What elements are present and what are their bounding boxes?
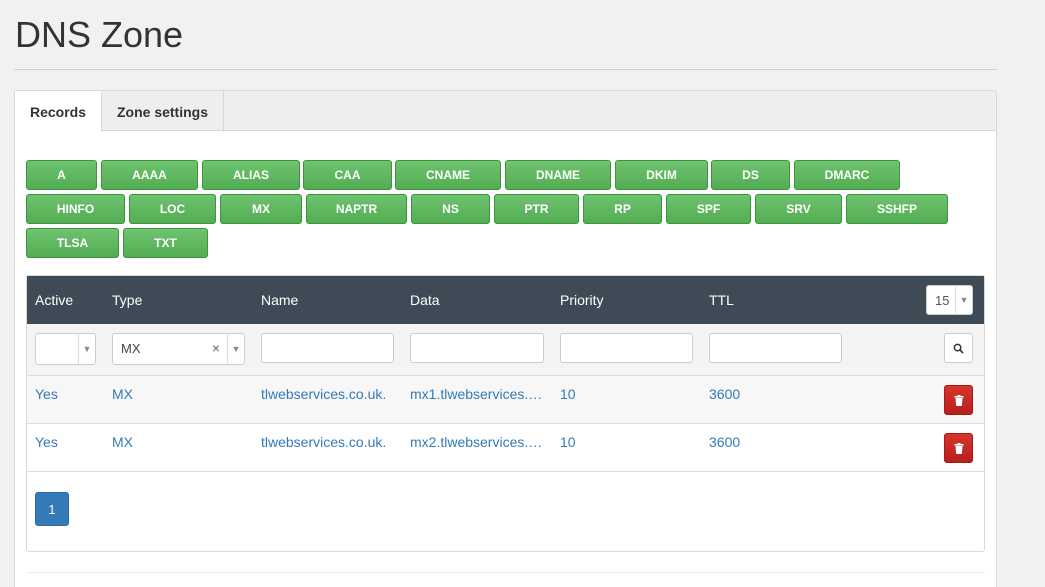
column-header-ttl[interactable]: TTL — [709, 276, 734, 324]
column-header-type[interactable]: Type — [112, 276, 142, 324]
column-header-name[interactable]: Name — [261, 276, 298, 324]
add-record-aaaa-button[interactable]: AAAA — [101, 160, 198, 190]
column-header-active[interactable]: Active — [35, 276, 73, 324]
trash-icon — [954, 442, 963, 454]
filter-row: ▼ MX × ▼ — [27, 324, 984, 376]
column-header-data[interactable]: Data — [410, 276, 440, 324]
search-icon — [953, 343, 964, 354]
add-record-a-button[interactable]: A — [26, 160, 97, 190]
trash-icon — [954, 394, 963, 406]
search-button[interactable] — [944, 333, 973, 363]
per-page-value: 15 — [935, 292, 950, 308]
title-divider — [14, 69, 997, 70]
add-record-loc-button[interactable]: LOC — [129, 194, 216, 224]
records-panel: Records Zone settings A AAAA ALIAS CAA C… — [14, 90, 997, 587]
table-header: Active Type Name Data Priority TTL 15 ▼ — [27, 276, 984, 324]
chevron-down-icon: ▼ — [227, 334, 244, 364]
add-record-srv-button[interactable]: SRV — [755, 194, 842, 224]
divider — [26, 572, 985, 573]
name-filter-input[interactable] — [261, 333, 394, 363]
add-record-hinfo-button[interactable]: HINFO — [26, 194, 125, 224]
add-record-sshfp-button[interactable]: SSHFP — [846, 194, 948, 224]
add-record-spf-button[interactable]: SPF — [666, 194, 751, 224]
clear-icon[interactable]: × — [212, 340, 220, 356]
type-filter-value: MX — [121, 341, 141, 356]
data-filter-input[interactable] — [410, 333, 544, 363]
add-record-alias-button[interactable]: ALIAS — [202, 160, 300, 190]
cell-data[interactable]: mx1.tlwebservices.co.uk. — [410, 386, 544, 402]
add-record-rp-button[interactable]: RP — [583, 194, 662, 224]
type-filter-select[interactable]: MX × ▼ — [112, 333, 245, 365]
tab-zone-settings[interactable]: Zone settings — [102, 91, 224, 132]
table-row: Yes MX tlwebservices.co.uk. mx2.tlwebser… — [27, 424, 984, 472]
cell-priority[interactable]: 10 — [560, 386, 700, 402]
chevron-down-icon: ▼ — [78, 334, 95, 364]
page-title: DNS Zone — [15, 14, 184, 55]
cell-name[interactable]: tlwebservices.co.uk. — [261, 386, 401, 402]
chevron-down-icon: ▼ — [955, 286, 972, 314]
cell-priority[interactable]: 10 — [560, 434, 700, 450]
cell-active[interactable]: Yes — [35, 386, 105, 402]
add-record-dkim-button[interactable]: DKIM — [615, 160, 708, 190]
ttl-filter-input[interactable] — [709, 333, 842, 363]
add-record-mx-button[interactable]: MX — [220, 194, 302, 224]
add-record-cname-button[interactable]: CNAME — [395, 160, 501, 190]
add-record-naptr-button[interactable]: NAPTR — [306, 194, 407, 224]
tab-records[interactable]: Records — [15, 91, 102, 132]
dns-zone-page: DNS Zone Records Zone settings A AAAA AL… — [0, 0, 1045, 587]
per-page-select[interactable]: 15 ▼ — [926, 285, 973, 315]
add-record-dmarc-button[interactable]: DMARC — [794, 160, 900, 190]
cell-name[interactable]: tlwebservices.co.uk. — [261, 434, 401, 450]
column-header-priority[interactable]: Priority — [560, 276, 604, 324]
add-record-ptr-button[interactable]: PTR — [494, 194, 579, 224]
cell-ttl[interactable]: 3600 — [709, 434, 849, 450]
add-record-txt-button[interactable]: TXT — [123, 228, 208, 258]
cell-type[interactable]: MX — [112, 386, 252, 402]
cell-type[interactable]: MX — [112, 434, 252, 450]
add-record-ds-button[interactable]: DS — [711, 160, 790, 190]
add-record-tlsa-button[interactable]: TLSA — [26, 228, 119, 258]
active-filter-select[interactable]: ▼ — [35, 333, 96, 365]
delete-record-button[interactable] — [944, 385, 973, 415]
tab-bar: Records Zone settings — [15, 91, 996, 132]
add-record-ns-button[interactable]: NS — [411, 194, 490, 224]
cell-data[interactable]: mx2.tlwebservices.co.uk. — [410, 434, 544, 450]
delete-record-button[interactable] — [944, 433, 973, 463]
add-record-caa-button[interactable]: CAA — [303, 160, 392, 190]
records-table: Active Type Name Data Priority TTL 15 ▼ … — [26, 275, 985, 552]
cell-ttl[interactable]: 3600 — [709, 386, 849, 402]
pagination-page-button[interactable]: 1 — [35, 492, 69, 526]
cell-active[interactable]: Yes — [35, 434, 105, 450]
table-row: Yes MX tlwebservices.co.uk. mx1.tlwebser… — [27, 376, 984, 424]
add-record-dname-button[interactable]: DNAME — [505, 160, 611, 190]
priority-filter-input[interactable] — [560, 333, 693, 363]
